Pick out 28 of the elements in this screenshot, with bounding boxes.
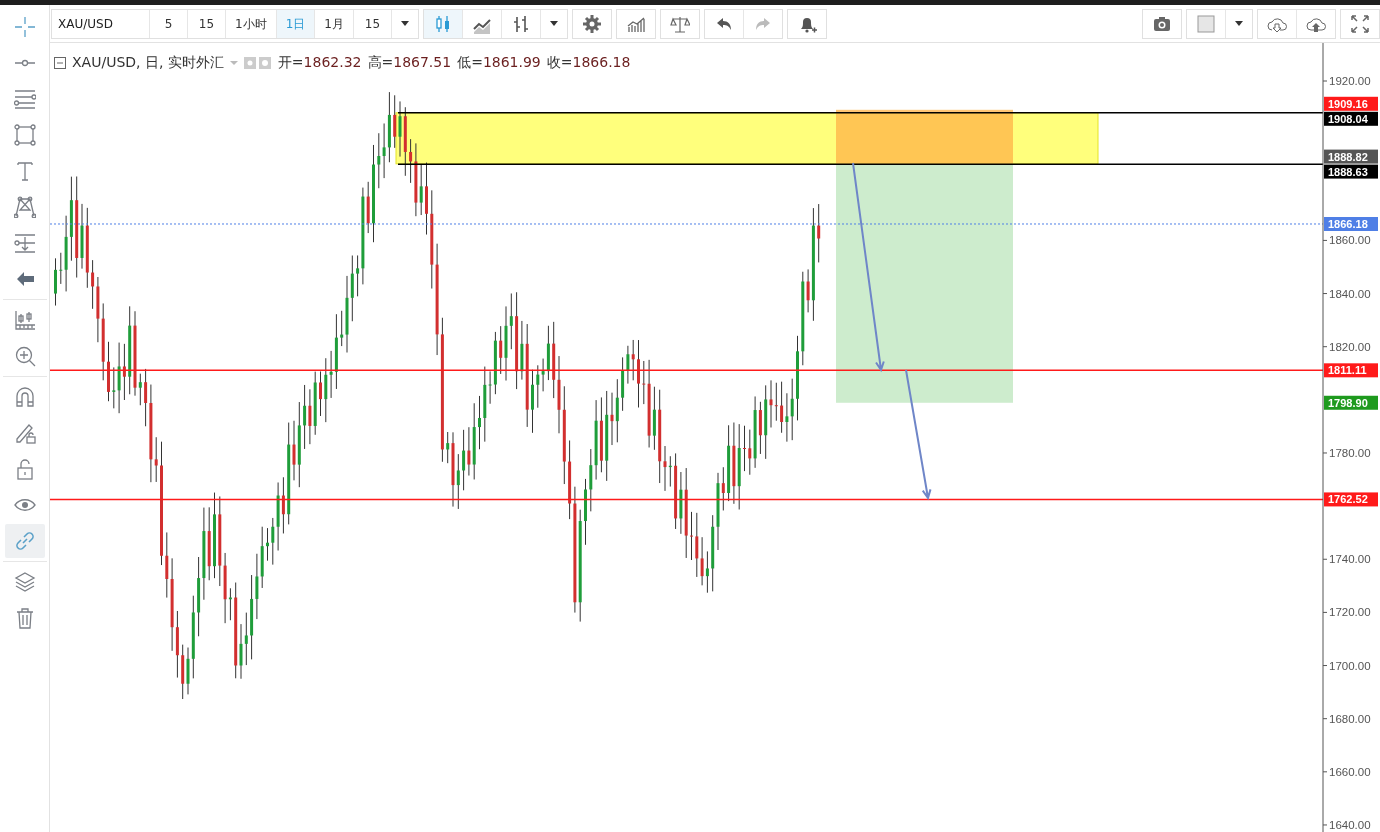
axis-label: 1840.00 — [1329, 287, 1371, 300]
price-tag: 1888.63 — [1324, 164, 1378, 179]
ohlc-label: 收= — [546, 53, 573, 72]
symbol-title: XAU/USD, 日, 实时外汇 — [72, 53, 224, 72]
axis-label: 1680.00 — [1329, 712, 1371, 725]
axis-label: 1920.00 — [1329, 75, 1371, 87]
ohlc-value: 1866.18 — [572, 53, 631, 72]
axis-label: 1860.00 — [1329, 234, 1371, 247]
ohlc-value: 1867.51 — [393, 53, 452, 72]
axis-label: 1740.00 — [1329, 553, 1371, 566]
ohlc-value: 1862.32 — [303, 53, 362, 72]
ohlc-label: 低= — [457, 53, 483, 72]
price-tag: 1866.18 — [1324, 217, 1378, 231]
price-tag: 1811.11 — [1324, 363, 1378, 378]
ohlc-label: 高= — [367, 53, 394, 72]
axis-label: 1640.00 — [1329, 818, 1371, 831]
price-tag: 1888.82 — [1324, 149, 1378, 164]
axis-label: 1700.00 — [1329, 659, 1371, 672]
ohlc-value: 1861.99 — [482, 53, 541, 72]
ohlc-label: 开= — [277, 53, 304, 72]
price-tag: 1762.52 — [1324, 492, 1378, 507]
price-tag: 1798.90 — [1324, 395, 1378, 410]
axis-label: 1820.00 — [1329, 340, 1371, 353]
price-tag: 1909.16 — [1324, 96, 1378, 111]
axis-label: 1780.00 — [1329, 447, 1371, 459]
price-tag: 1908.04 — [1324, 111, 1378, 126]
axis-label: 1720.00 — [1329, 606, 1371, 619]
axis-label: 1660.00 — [1329, 765, 1371, 778]
